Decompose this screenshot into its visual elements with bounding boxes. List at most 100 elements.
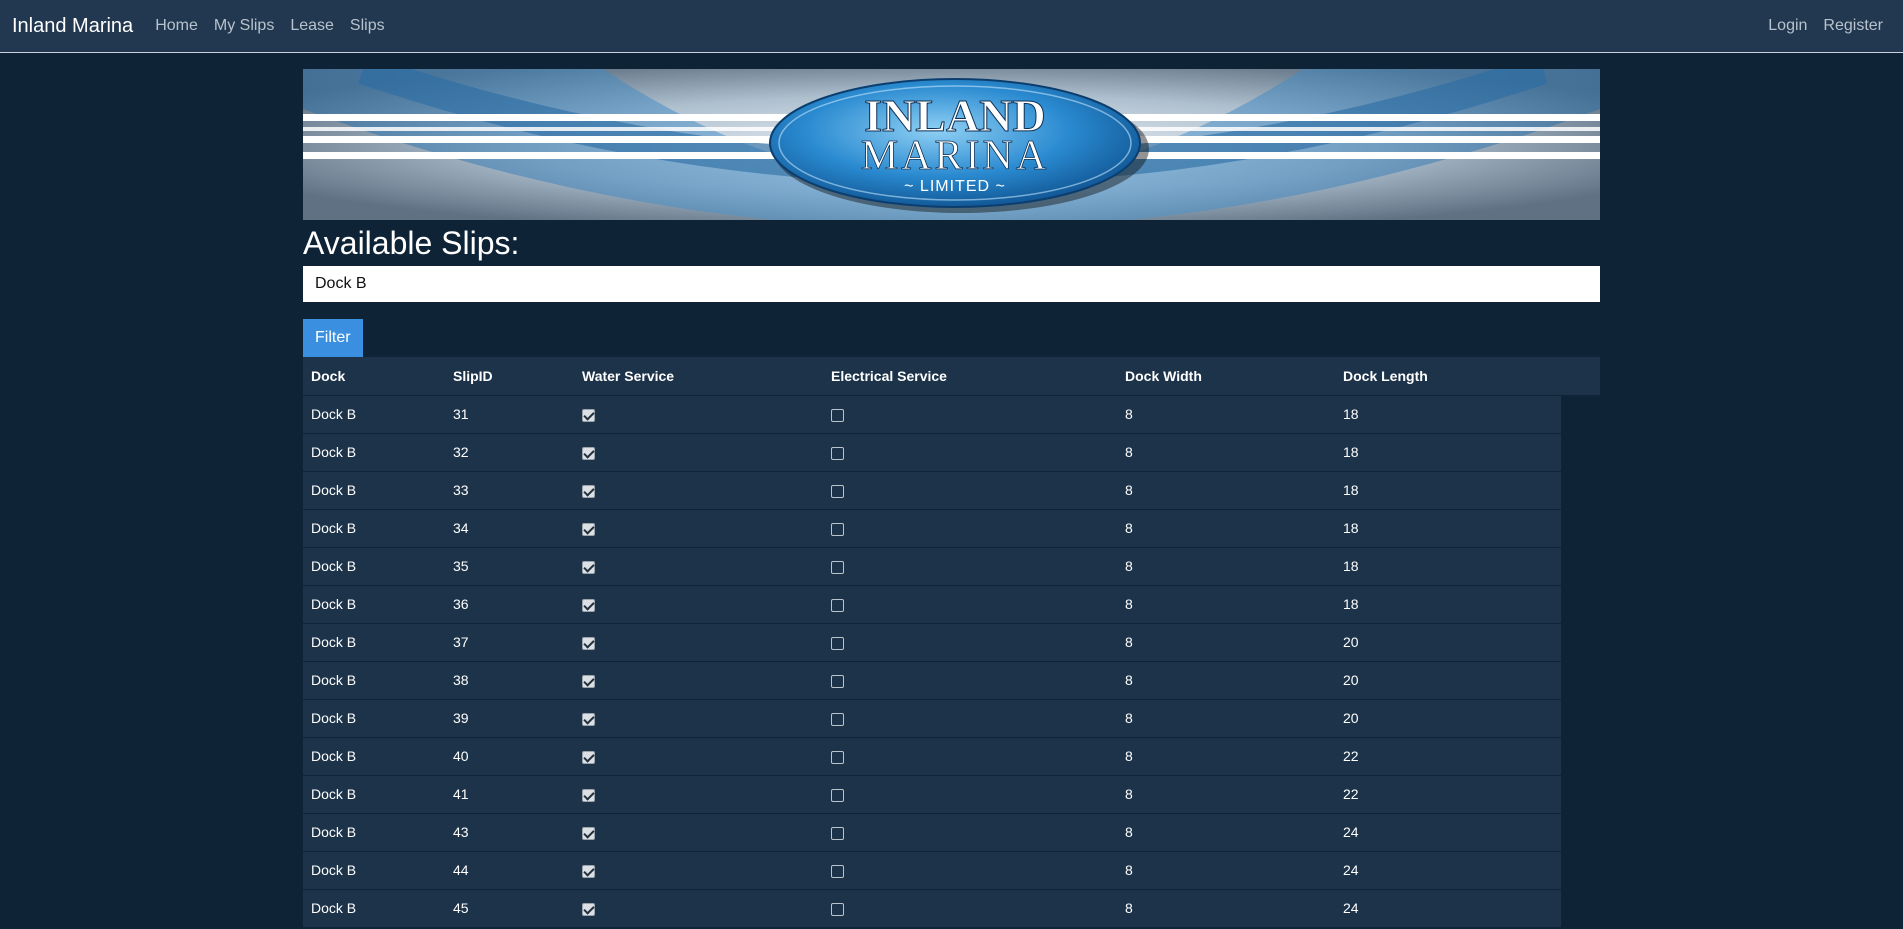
electrical-service-cell — [823, 698, 1117, 737]
table-row: Dock B 38 8 20 — [303, 660, 1561, 699]
water-service-checkbox — [582, 560, 595, 574]
electrical-service-cell — [823, 774, 1117, 813]
cell-dock-width: 8 — [1117, 584, 1335, 623]
cell-dock: Dock B — [303, 774, 445, 813]
water-service-checkbox — [582, 484, 595, 498]
cell-dock-width: 8 — [1117, 888, 1335, 927]
cell-dock: Dock B — [303, 432, 445, 471]
electrical-service-checkbox — [831, 750, 844, 764]
cell-dock-width: 8 — [1117, 660, 1335, 699]
cell-slip-id: 33 — [445, 470, 574, 509]
water-service-checkbox — [582, 408, 595, 422]
cell-dock-width: 8 — [1117, 546, 1335, 585]
electrical-service-checkbox — [831, 864, 844, 878]
table-row: Dock B 37 8 20 — [303, 622, 1561, 661]
electrical-service-cell — [823, 584, 1117, 623]
water-service-cell — [574, 888, 823, 927]
header-water-service[interactable]: Water Service — [574, 357, 823, 395]
cell-dock: Dock B — [303, 660, 445, 699]
cell-dock: Dock B — [303, 698, 445, 737]
cell-slip-id: 40 — [445, 736, 574, 775]
cell-dock: Dock B — [303, 812, 445, 851]
nav-home-link[interactable]: Home — [147, 17, 206, 35]
nav-account-links: Login Register — [1760, 17, 1891, 35]
cell-slip-id: 36 — [445, 584, 574, 623]
cell-dock-length: 24 — [1335, 850, 1561, 889]
table-row: Dock B 45 8 24 — [303, 888, 1561, 927]
water-service-cell — [574, 432, 823, 471]
header-dock-width[interactable]: Dock Width — [1117, 357, 1335, 395]
nav-register-link[interactable]: Register — [1815, 17, 1891, 35]
cell-dock: Dock B — [303, 888, 445, 927]
cell-dock-width: 8 — [1117, 850, 1335, 889]
cell-dock-width: 8 — [1117, 774, 1335, 813]
table-body: Dock B 31 8 18 Dock B 32 8 18 Dock B 33 8 18 Dock B3… — [303, 394, 1561, 927]
cell-dock-length: 18 — [1335, 584, 1561, 623]
nav-my-slips-link[interactable]: My Slips — [206, 17, 282, 35]
main-container: INLAND MARINA ~ LIMITED ~ Available Slip… — [303, 69, 1600, 927]
water-service-cell — [574, 698, 823, 737]
brand-link[interactable]: Inland Marina — [12, 15, 133, 38]
electrical-service-checkbox — [831, 522, 844, 536]
logo-text-line2: MARINA — [861, 133, 1049, 179]
electrical-service-cell — [823, 850, 1117, 889]
cell-dock-length: 18 — [1335, 546, 1561, 585]
water-service-cell — [574, 508, 823, 547]
header-dock[interactable]: Dock — [303, 357, 445, 395]
table-row: Dock B 44 8 24 — [303, 850, 1561, 889]
header-electrical-service[interactable]: Electrical Service — [823, 357, 1117, 395]
water-service-cell — [574, 660, 823, 699]
water-service-checkbox — [582, 712, 595, 726]
water-service-cell — [574, 470, 823, 509]
water-service-checkbox — [582, 446, 595, 460]
cell-dock-width: 8 — [1117, 470, 1335, 509]
water-service-checkbox — [582, 598, 595, 612]
cell-dock-length: 24 — [1335, 812, 1561, 851]
electrical-service-cell — [823, 394, 1117, 433]
cell-dock: Dock B — [303, 394, 445, 433]
cell-slip-id: 37 — [445, 622, 574, 661]
water-service-cell — [574, 546, 823, 585]
electrical-service-cell — [823, 470, 1117, 509]
cell-dock-length: 18 — [1335, 394, 1561, 433]
cell-slip-id: 38 — [445, 660, 574, 699]
nav-login-link[interactable]: Login — [1760, 17, 1815, 35]
cell-slip-id: 34 — [445, 508, 574, 547]
electrical-service-checkbox — [831, 903, 844, 917]
table-row: Dock B 32 8 18 — [303, 432, 1561, 471]
header-slip-id[interactable]: SlipID — [445, 357, 574, 395]
electrical-service-cell — [823, 622, 1117, 661]
cell-slip-id: 41 — [445, 774, 574, 813]
table-row: Dock B 40 8 22 — [303, 736, 1561, 775]
electrical-service-checkbox — [831, 788, 844, 802]
electrical-service-checkbox — [831, 674, 844, 688]
cell-dock-length: 18 — [1335, 432, 1561, 471]
nav-slips-link[interactable]: Slips — [342, 17, 393, 35]
page-title: Available Slips: — [303, 225, 520, 261]
cell-slip-id: 43 — [445, 812, 574, 851]
table-row: Dock B 39 8 20 — [303, 698, 1561, 737]
cell-dock-width: 8 — [1117, 394, 1335, 433]
water-service-cell — [574, 774, 823, 813]
filter-button[interactable]: Filter — [303, 319, 363, 357]
table-row: Dock B 34 8 18 — [303, 508, 1561, 547]
electrical-service-cell — [823, 432, 1117, 471]
nav-lease-link[interactable]: Lease — [282, 17, 342, 35]
water-service-checkbox — [582, 788, 595, 802]
water-service-checkbox — [582, 750, 595, 764]
cell-dock-length: 22 — [1335, 774, 1561, 813]
water-service-cell — [574, 394, 823, 433]
dock-filter-input[interactable] — [303, 266, 1600, 302]
water-service-cell — [574, 736, 823, 775]
electrical-service-checkbox — [831, 484, 844, 498]
electrical-service-cell — [823, 508, 1117, 547]
header-dock-length[interactable]: Dock Length — [1335, 357, 1561, 395]
water-service-cell — [574, 850, 823, 889]
table-row: Dock B 35 8 18 — [303, 546, 1561, 585]
cell-dock-length: 18 — [1335, 508, 1561, 547]
water-service-cell — [574, 622, 823, 661]
cell-dock-width: 8 — [1117, 812, 1335, 851]
cell-dock-length: 18 — [1335, 470, 1561, 509]
cell-dock-width: 8 — [1117, 736, 1335, 775]
water-service-checkbox — [582, 864, 595, 878]
